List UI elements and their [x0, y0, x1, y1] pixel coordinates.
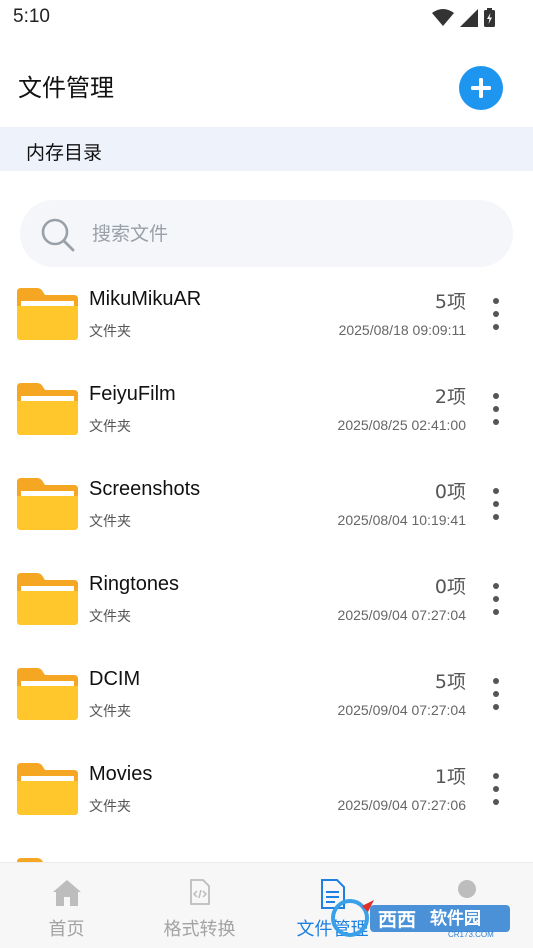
modified-date: 2025/09/04 07:27:04	[337, 607, 466, 623]
file-name: Ringtones	[89, 573, 180, 595]
list-item[interactable]: FeiyuFilm 文件夹 2项 2025/08/25 02:41:00	[0, 361, 533, 456]
folder-icon	[17, 763, 78, 815]
modified-date: 2025/08/18 09:09:11	[338, 322, 466, 338]
folder-icon	[17, 573, 78, 625]
status-icons	[432, 8, 495, 27]
app-header: 文件管理	[0, 36, 533, 126]
file-type: 文件夹	[89, 514, 131, 530]
more-options-icon[interactable]	[482, 486, 510, 522]
item-count: 5项	[434, 291, 466, 313]
signal-icon	[460, 8, 478, 27]
search-box[interactable]	[20, 200, 513, 267]
file-list: MikuMikuAR 文件夹 5项 2025/08/18 09:09:11 Fe…	[0, 266, 533, 862]
wifi-icon	[432, 8, 454, 26]
more-options-icon[interactable]	[482, 771, 510, 807]
add-button[interactable]	[459, 66, 503, 110]
item-count: 0项	[434, 481, 466, 503]
nav-item-home[interactable]: 首页	[0, 863, 133, 948]
folder-icon	[17, 383, 78, 435]
code-file-icon	[189, 879, 210, 905]
file-type: 文件夹	[89, 799, 131, 815]
item-count: 1项	[434, 766, 466, 788]
folder-icon	[17, 478, 78, 530]
nav-label-home: 首页	[48, 919, 85, 940]
more-options-icon[interactable]	[482, 296, 510, 332]
folder-icon	[17, 668, 78, 720]
file-type: 文件夹	[89, 324, 131, 340]
svg-text:西西: 西西	[378, 909, 416, 931]
file-name: Movies	[89, 763, 153, 785]
svg-text:CR173.COM: CR173.COM	[448, 930, 494, 939]
svg-text:软件园: 软件园	[430, 908, 481, 929]
item-count: 5项	[434, 671, 466, 693]
status-time: 5:10	[13, 6, 50, 27]
item-count: 2项	[434, 386, 466, 408]
file-name: DCIM	[89, 668, 141, 690]
breadcrumb[interactable]: 内存目录	[0, 127, 533, 171]
more-options-icon[interactable]	[482, 391, 510, 427]
page-title: 文件管理	[18, 74, 114, 102]
list-item[interactable]: MikuMikuAR 文件夹 5项 2025/08/18 09:09:11	[0, 266, 533, 361]
modified-date: 2025/08/25 02:41:00	[337, 417, 466, 433]
file-name: Screenshots	[89, 478, 201, 500]
nav-item-convert[interactable]: 格式转换	[133, 863, 266, 948]
nav-label-convert: 格式转换	[163, 919, 236, 940]
list-item[interactable]: orepns 文件夹 1项	[0, 836, 533, 862]
file-name: MikuMikuAR	[89, 288, 202, 310]
battery-icon	[484, 8, 495, 27]
list-item[interactable]: DCIM 文件夹 5项 2025/09/04 07:27:04	[0, 646, 533, 741]
watermark-logo: 西西 软件园 CR173.COM	[331, 899, 510, 939]
modified-date: 2025/08/04 10:19:41	[337, 512, 466, 528]
list-item[interactable]: Screenshots 文件夹 0项 2025/08/04 10:19:41	[0, 456, 533, 551]
file-type: 文件夹	[89, 609, 131, 625]
modified-date: 2025/09/04 07:27:06	[337, 797, 466, 813]
home-icon	[52, 880, 81, 906]
breadcrumb-label: 内存目录	[26, 142, 103, 164]
plus-icon	[471, 78, 491, 98]
modified-date: 2025/09/04 07:27:04	[337, 702, 466, 718]
search-input[interactable]	[92, 214, 492, 254]
status-bar: 5:10	[0, 0, 533, 36]
search-icon	[41, 218, 75, 252]
file-type: 文件夹	[89, 704, 131, 720]
list-item[interactable]: Ringtones 文件夹 0项 2025/09/04 07:27:04	[0, 551, 533, 646]
more-options-icon[interactable]	[482, 676, 510, 712]
folder-icon	[17, 288, 78, 340]
file-type: 文件夹	[89, 419, 131, 435]
item-count: 0项	[434, 576, 466, 598]
file-name: FeiyuFilm	[89, 383, 176, 405]
more-options-icon[interactable]	[482, 581, 510, 617]
list-item[interactable]: Movies 文件夹 1项 2025/09/04 07:27:06	[0, 741, 533, 836]
